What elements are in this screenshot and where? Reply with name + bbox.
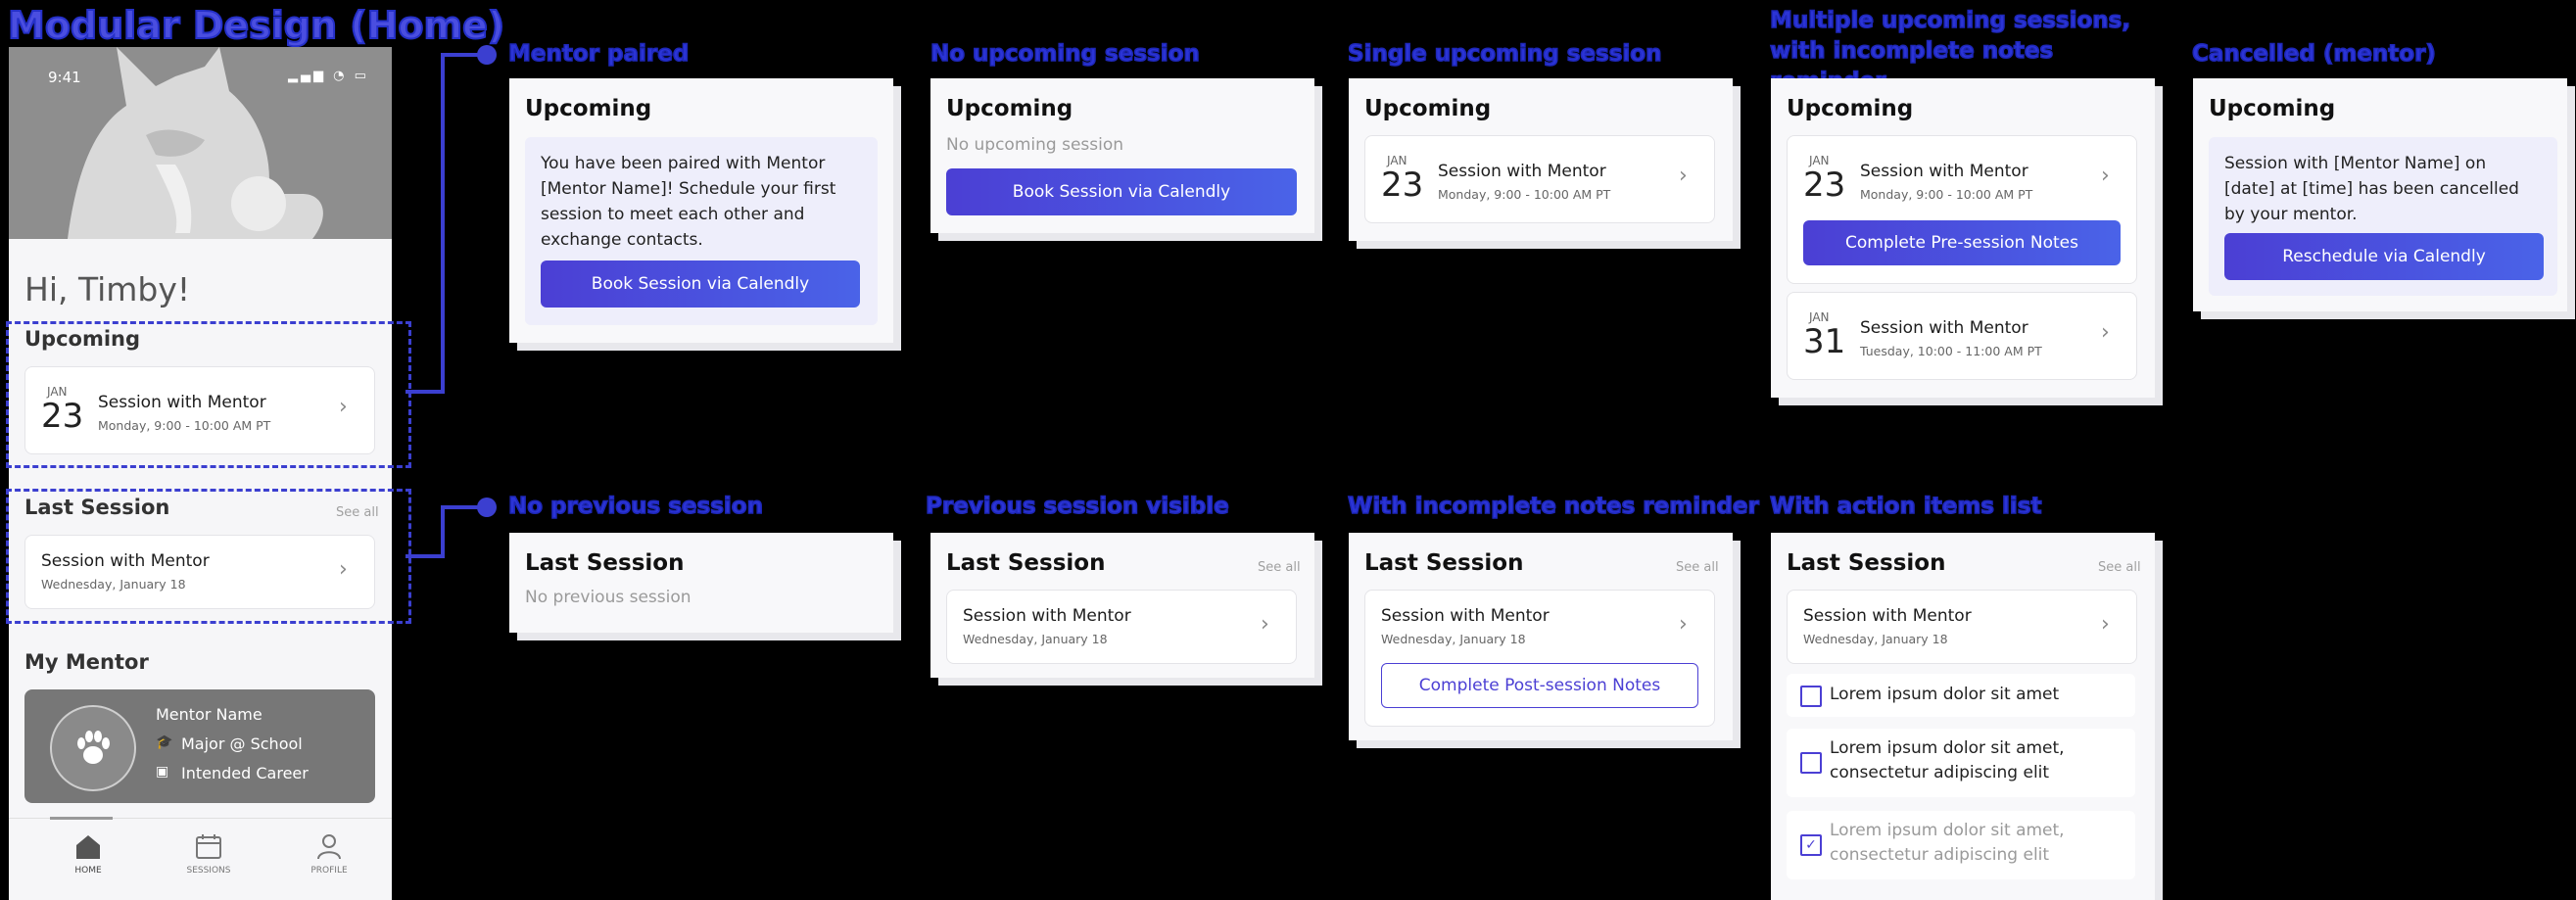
see-all-link[interactable]: See all [1676, 560, 1719, 575]
chevron-right-icon: › [2101, 164, 2110, 188]
no-previous-text: No previous session [525, 588, 692, 607]
session-day: 31 [1803, 322, 1846, 361]
book-session-button[interactable]: Book Session via Calendly [541, 261, 860, 308]
label-single-upcoming: Single upcoming session [1347, 40, 1662, 68]
paired-text: You have been paired with Mentor [Mentor… [541, 154, 836, 250]
session-subtitle: Wednesday, January 18 [1803, 632, 1948, 646]
see-all-link[interactable]: See all [2098, 560, 2141, 575]
action-item[interactable]: Lorem ipsum dolor sit amet [1787, 674, 2135, 717]
chevron-right-icon: › [1261, 612, 1269, 637]
label-with-action-items: With action items list [1769, 493, 2042, 520]
session-subtitle: Monday, 9:00 - 10:00 AM PT [1438, 187, 1611, 202]
book-session-button[interactable]: Book Session via Calendly [946, 168, 1297, 215]
chevron-right-icon: › [1679, 164, 1688, 188]
post-session-notes-button[interactable]: Complete Post-session Notes [1381, 663, 1698, 708]
card-heading: Last Session [525, 550, 685, 576]
card-mentor-paired: Upcoming You have been paired with Mento… [509, 78, 893, 343]
chevron-right-icon: › [2101, 612, 2110, 637]
session-card[interactable]: JAN 23 Session with Mentor Monday, 9:00 … [1787, 135, 2137, 284]
paired-notice: You have been paired with Mentor [Mentor… [525, 137, 878, 325]
session-title: Session with Mentor [1381, 606, 1550, 626]
cancel-text: Session with [Mentor Name] on [date] at … [2224, 154, 2519, 224]
action-item-text: Lorem ipsum dolor sit amet, consectetur … [1830, 738, 2065, 782]
chevron-right-icon: › [2101, 320, 2110, 345]
action-item[interactable]: Lorem ipsum dolor sit amet, consectetur … [1787, 729, 2135, 797]
card-heading: Upcoming [1364, 96, 1492, 121]
card-heading: Last Session [946, 550, 1106, 576]
card-heading: Last Session [1787, 550, 1946, 576]
card-heading: Upcoming [2209, 96, 2336, 121]
session-subtitle: Tuesday, 10:00 - 11:00 AM PT [1860, 344, 2042, 358]
card-single-upcoming: Upcoming JAN 23 Session with Mentor Mond… [1349, 78, 1733, 241]
chevron-right-icon: › [1679, 612, 1688, 637]
label-no-previous: No previous session [507, 493, 763, 520]
session-day: 23 [1381, 166, 1424, 205]
label-mentor-paired: Mentor paired [507, 40, 690, 68]
session-day: 23 [1803, 166, 1846, 205]
label-no-upcoming: No upcoming session [930, 40, 1200, 68]
last-session-card[interactable]: Session with Mentor Wednesday, January 1… [1787, 590, 2137, 664]
reschedule-button[interactable]: Reschedule via Calendly [2224, 233, 2544, 280]
label-with-notes-reminder: With incomplete notes reminder [1347, 493, 1759, 520]
last-session-card[interactable]: Session with Mentor Wednesday, January 1… [946, 590, 1297, 664]
session-title: Session with Mentor [1438, 162, 1606, 181]
session-subtitle: Monday, 9:00 - 10:00 AM PT [1860, 187, 2033, 202]
session-title: Session with Mentor [1803, 606, 1972, 626]
card-heading: Upcoming [525, 96, 652, 121]
last-session-card[interactable]: Session with Mentor Wednesday, January 1… [1364, 590, 1715, 727]
see-all-link[interactable]: See all [1258, 560, 1301, 575]
card-heading: Upcoming [1787, 96, 1914, 121]
checkbox-checked[interactable]: ✓ [1800, 834, 1822, 856]
label-cancelled: Cancelled (mentor) [2191, 40, 2436, 68]
session-title: Session with Mentor [963, 606, 1131, 626]
card-no-previous: Last Session No previous session [509, 533, 893, 633]
action-item-text: Lorem ipsum dolor sit amet, consectetur … [1830, 821, 2065, 865]
card-with-notes-reminder: Last Session See all Session with Mentor… [1349, 533, 1733, 740]
card-cancelled: Upcoming Session with [Mentor Name] on [… [2193, 78, 2567, 311]
checkbox[interactable] [1800, 752, 1822, 774]
session-card[interactable]: JAN 23 Session with Mentor Monday, 9:00 … [1364, 135, 1715, 223]
card-heading: Last Session [1364, 550, 1524, 576]
cancel-notice: Session with [Mentor Name] on [date] at … [2209, 137, 2557, 296]
card-no-upcoming: Upcoming No upcoming session Book Sessio… [930, 78, 1314, 233]
action-item-text: Lorem ipsum dolor sit amet [1830, 685, 2060, 704]
session-title: Session with Mentor [1860, 162, 2028, 181]
card-heading: Upcoming [946, 96, 1073, 121]
pre-session-notes-button[interactable]: Complete Pre-session Notes [1803, 220, 2121, 265]
session-card[interactable]: JAN 31 Session with Mentor Tuesday, 10:0… [1787, 292, 2137, 380]
checkbox[interactable] [1800, 686, 1822, 707]
card-with-action-items: Last Session See all Session with Mentor… [1771, 533, 2155, 900]
session-title: Session with Mentor [1860, 318, 2028, 338]
action-item[interactable]: ✓ Lorem ipsum dolor sit amet, consectetu… [1787, 811, 2135, 879]
card-multiple-upcoming: Upcoming JAN 23 Session with Mentor Mond… [1771, 78, 2155, 398]
card-previous-visible: Last Session See all Session with Mentor… [930, 533, 1314, 678]
no-upcoming-text: No upcoming session [946, 135, 1124, 155]
session-subtitle: Wednesday, January 18 [963, 632, 1108, 646]
label-previous-visible: Previous session visible [925, 493, 1229, 520]
session-subtitle: Wednesday, January 18 [1381, 632, 1526, 646]
